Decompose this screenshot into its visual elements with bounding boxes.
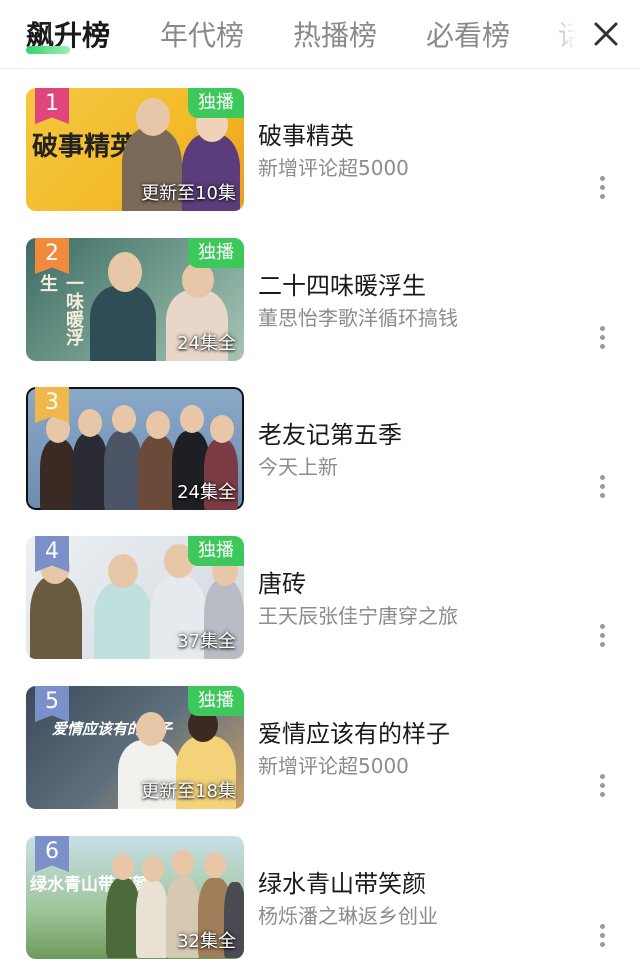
list-item[interactable]: 破事精英 1 独播 更新至10集 破事精英 新增评论超5000 (0, 68, 640, 211)
poster-title-art: 破事精英 (32, 132, 137, 162)
show-subtitle: 杨烁潘之琳返乡创业 (258, 904, 438, 928)
exclusive-badge: 独播 (188, 238, 244, 268)
more-vertical-icon (594, 624, 610, 647)
list-item[interactable]: 绿水青山带笑颜 6 32集全 绿水青山带笑颜 杨烁潘之琳返乡创业 (0, 816, 640, 959)
show-title: 二十四味暖浮生 (258, 272, 426, 300)
exclusive-badge: 独播 (188, 536, 244, 566)
show-title: 绿水青山带笑颜 (258, 870, 426, 898)
close-icon (594, 22, 618, 46)
show-subtitle: 今天上新 (258, 455, 338, 479)
tab-hot[interactable]: 热播榜 (293, 14, 377, 54)
poster-title-art: 一味暖浮生 (37, 274, 84, 346)
show-subtitle: 新增评论超5000 (258, 156, 409, 180)
poster-thumbnail[interactable]: 3 24集全 (26, 387, 244, 510)
poster-thumbnail[interactable]: 一味暖浮生 2 独播 24集全 (26, 238, 244, 361)
poster-thumbnail[interactable]: 爱情应该有的样子 5 独播 更新至18集 (26, 686, 244, 809)
close-button[interactable] (588, 16, 624, 52)
list-item[interactable]: 爱情应该有的样子 5 独播 更新至18集 爱情应该有的样子 新增评论超5000 (0, 666, 640, 809)
more-options-button[interactable] (594, 176, 610, 202)
tab-era[interactable]: 年代榜 (160, 14, 244, 54)
more-options-button[interactable] (594, 326, 610, 352)
poster-thumbnail[interactable]: 4 独播 37集全 (26, 536, 244, 659)
more-vertical-icon (594, 326, 610, 349)
ranking-tab-bar: 飙升榜 年代榜 热播榜 必看榜 话 (0, 0, 640, 69)
exclusive-badge: 独播 (188, 88, 244, 118)
list-item[interactable]: 4 独播 37集全 唐砖 王天辰张佳宁唐穿之旅 (0, 516, 640, 659)
more-vertical-icon (594, 774, 610, 797)
more-options-button[interactable] (594, 774, 610, 800)
poster-thumbnail[interactable]: 破事精英 1 独播 更新至10集 (26, 88, 244, 211)
episode-status: 24集全 (177, 333, 236, 354)
poster-thumbnail[interactable]: 绿水青山带笑颜 6 32集全 (26, 836, 244, 959)
show-title: 老友记第五季 (258, 421, 402, 449)
more-options-button[interactable] (594, 624, 610, 650)
show-title: 唐砖 (258, 570, 306, 598)
list-item[interactable]: 3 24集全 老友记第五季 今天上新 (0, 367, 640, 510)
more-vertical-icon (594, 924, 610, 947)
exclusive-badge: 独播 (188, 686, 244, 716)
list-item[interactable]: 一味暖浮生 2 独播 24集全 二十四味暖浮生 董思怡李歌洋循环搞钱 (0, 218, 640, 361)
more-vertical-icon (594, 475, 610, 498)
episode-status: 37集全 (177, 631, 236, 652)
more-options-button[interactable] (594, 475, 610, 501)
tab-fade (540, 0, 586, 66)
more-vertical-icon (594, 176, 610, 199)
show-title: 爱情应该有的样子 (258, 720, 450, 748)
active-tab-indicator (26, 46, 70, 54)
tab-must-watch[interactable]: 必看榜 (426, 14, 510, 54)
show-title: 破事精英 (258, 122, 354, 150)
show-subtitle: 新增评论超5000 (258, 754, 409, 778)
episode-status: 更新至10集 (141, 183, 236, 204)
show-subtitle: 董思怡李歌洋循环搞钱 (258, 306, 458, 330)
episode-status: 32集全 (177, 931, 236, 952)
episode-status: 更新至18集 (141, 781, 236, 802)
episode-status: 24集全 (177, 482, 236, 503)
show-subtitle: 王天辰张佳宁唐穿之旅 (258, 604, 458, 628)
more-options-button[interactable] (594, 924, 610, 950)
